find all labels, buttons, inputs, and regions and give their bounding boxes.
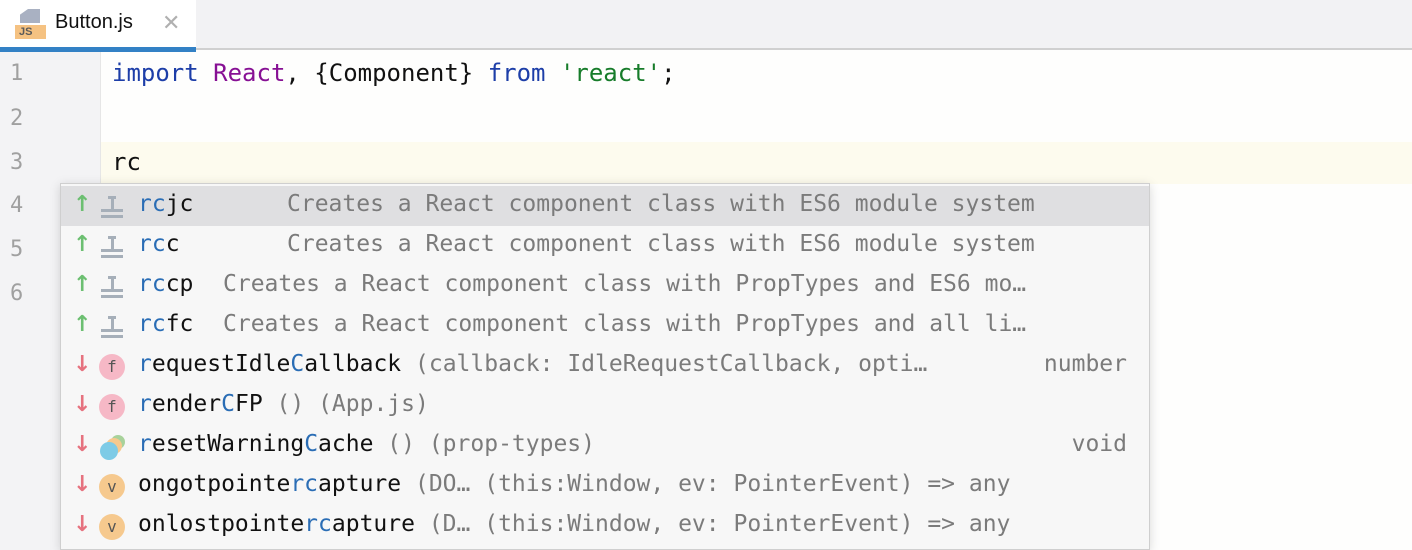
completion-description: Creates a React component class with ES6…	[287, 231, 1035, 257]
arrow-down-icon: ↓	[73, 432, 92, 457]
class-name: React	[213, 59, 286, 87]
arrow-down-icon: ↓	[73, 392, 92, 417]
completion-item[interactable]: ↓ v ongotpointercapture (DO… (this:Window,…	[61, 466, 1149, 506]
completion-type: void	[1071, 431, 1127, 457]
arrow-up-icon: ↑	[73, 192, 92, 217]
arrow-down-icon: ↓	[73, 352, 92, 377]
completion-name: rcjc	[138, 191, 194, 217]
line-number: 2	[10, 106, 24, 131]
completion-name: rcc	[138, 231, 180, 257]
code-line-3[interactable]: rc	[112, 148, 141, 176]
arrow-up-icon: ↑	[73, 232, 92, 257]
close-icon[interactable]: ✕	[162, 10, 180, 36]
live-template-icon	[99, 234, 125, 260]
completion-name: renderCFP () (App.js)	[138, 391, 429, 417]
code-line-1[interactable]: import React, {Component} from 'react';	[112, 59, 676, 87]
completion-item[interactable]: ↓ v onlostpointercapture (D… (this:Window,…	[61, 506, 1149, 546]
completion-item[interactable]: ↓ f renderCFP () (App.js)	[61, 386, 1149, 426]
arrow-down-icon: ↓	[73, 512, 92, 537]
arrow-up-icon: ↑	[73, 272, 92, 297]
tab-label: Button.js	[55, 11, 133, 33]
keyword: import	[112, 59, 199, 87]
completion-popup: ↑ rcjc Creates a React component class wit…	[60, 183, 1150, 550]
completion-name: rccp	[138, 271, 194, 297]
completion-name: onlostpointercapture (D… (this:Window, e…	[138, 511, 1011, 537]
completion-item[interactable]: ↓ resetWarningCache () (prop-types) void	[61, 426, 1149, 466]
completion-item[interactable]: ↑ rcjc Creates a React component class wit…	[61, 186, 1149, 226]
completion-description: Creates a React component class with Pro…	[223, 311, 1027, 337]
line-number: 4	[10, 193, 24, 218]
function-icon: f	[99, 394, 125, 420]
tab-button-js[interactable]: JS Button.js ✕	[0, 0, 196, 52]
string-literal: 'react'	[559, 59, 662, 87]
arrow-up-icon: ↑	[73, 312, 92, 337]
current-line-highlight	[0, 142, 1412, 184]
js-file-icon: JS	[15, 9, 46, 39]
completion-type: number	[1043, 351, 1127, 377]
completion-item[interactable]: ↑ rccp Creates a React component class wit…	[61, 266, 1149, 306]
arrow-down-icon: ↓	[73, 472, 92, 497]
completion-item[interactable]: ↑ rcfc Creates a React component class wit…	[61, 306, 1149, 346]
completion-description: Creates a React component class with ES6…	[287, 191, 1035, 217]
editor-tab-bar: JS Button.js ✕	[0, 0, 1412, 52]
completion-item[interactable]: ↑ rcc Creates a React component class with…	[61, 226, 1149, 266]
line-number: 3	[10, 150, 24, 175]
completion-item[interactable]: ↓ f requestIdleCallback (callback: IdleReq…	[61, 346, 1149, 386]
completion-description: Creates a React component class with Pro…	[223, 271, 1027, 297]
variable-icon: v	[99, 514, 125, 540]
line-number: 6	[10, 281, 24, 306]
live-template-icon	[99, 274, 125, 300]
function-icon: f	[99, 354, 125, 380]
live-template-icon	[99, 194, 125, 220]
completion-name: requestIdleCallback (callback: IdleReque…	[138, 351, 928, 377]
completion-name: rcfc	[138, 311, 194, 337]
line-number: 1	[10, 61, 24, 86]
code-text: , {Component}	[285, 59, 488, 87]
code-text: ;	[661, 59, 676, 87]
module-function-icon	[99, 434, 125, 460]
live-template-icon	[99, 314, 125, 340]
line-number: 5	[10, 237, 24, 262]
keyword: from	[487, 59, 546, 87]
completion-name: resetWarningCache () (prop-types)	[138, 431, 596, 457]
variable-icon: v	[99, 474, 125, 500]
completion-name: ongotpointercapture (DO… (this:Window, e…	[138, 471, 1011, 497]
